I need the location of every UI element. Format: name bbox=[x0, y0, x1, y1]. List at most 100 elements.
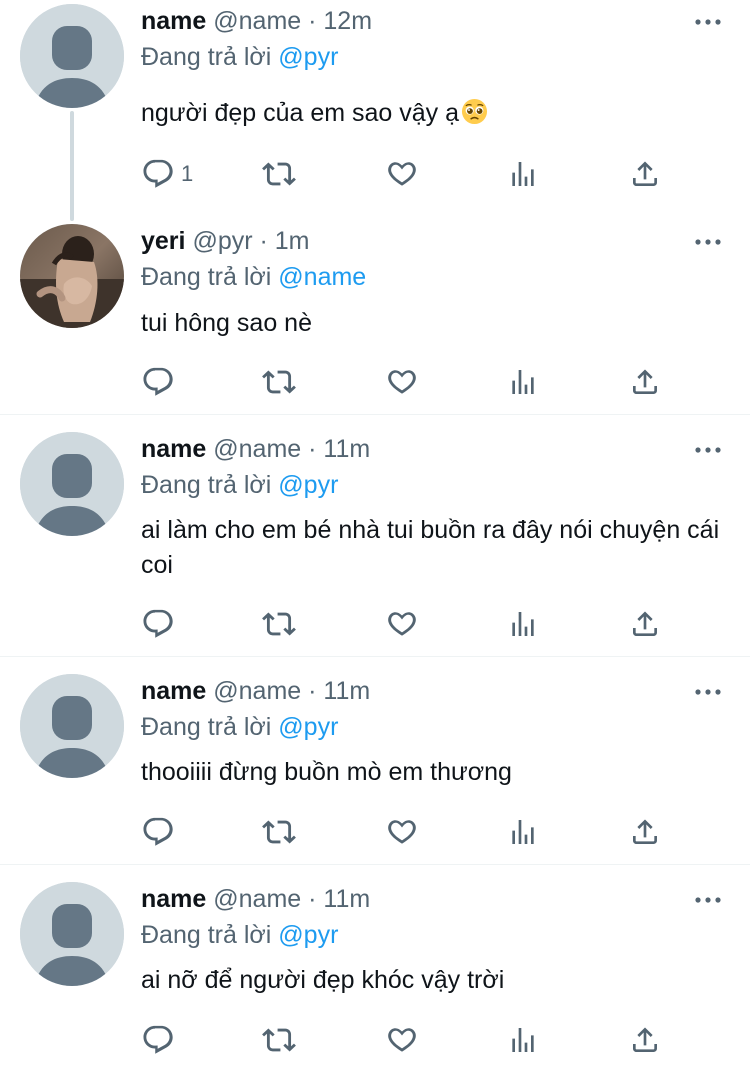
share-icon bbox=[629, 816, 661, 848]
reply-button[interactable] bbox=[141, 1020, 175, 1060]
views-button[interactable] bbox=[507, 812, 539, 852]
share-button[interactable] bbox=[629, 154, 661, 194]
like-icon bbox=[385, 607, 419, 641]
tweet[interactable]: name @name · 11m Đang trả lời @pyr ai là… bbox=[0, 428, 750, 656]
tweet-header: name @name · 11m bbox=[141, 882, 370, 916]
action-bar bbox=[0, 362, 750, 402]
more-icon[interactable] bbox=[693, 680, 723, 704]
share-button[interactable] bbox=[629, 362, 661, 402]
views-button[interactable] bbox=[507, 604, 539, 644]
default-avatar-icon[interactable] bbox=[20, 882, 124, 986]
tweet-text: ai làm cho em bé nhà tui buồn ra đây nói… bbox=[141, 516, 720, 579]
mention-link[interactable]: @pyr bbox=[278, 713, 338, 741]
views-button[interactable] bbox=[507, 362, 539, 402]
replying-to: Đang trả lời @pyr bbox=[141, 918, 338, 952]
replying-prefix: Đang trả lời bbox=[141, 263, 279, 291]
reply-button[interactable]: 1 bbox=[141, 154, 193, 194]
like-icon bbox=[385, 815, 419, 849]
share-button[interactable] bbox=[629, 604, 661, 644]
display-name[interactable]: yeri bbox=[141, 227, 185, 255]
handle-and-time: @name · 11m bbox=[213, 885, 371, 913]
share-icon bbox=[629, 1024, 661, 1056]
divider bbox=[0, 656, 750, 657]
reply-icon bbox=[141, 157, 175, 191]
retweet-button[interactable] bbox=[262, 604, 296, 644]
mention-link[interactable]: @pyr bbox=[278, 43, 338, 71]
reply-button[interactable] bbox=[141, 604, 175, 644]
default-avatar-icon[interactable] bbox=[20, 432, 124, 536]
views-icon bbox=[507, 1024, 539, 1056]
mention-link[interactable]: @pyr bbox=[278, 921, 338, 949]
more-icon[interactable] bbox=[693, 10, 723, 34]
default-avatar-icon[interactable] bbox=[20, 674, 124, 778]
like-icon bbox=[385, 157, 419, 191]
display-name[interactable]: name bbox=[141, 7, 206, 35]
reply-icon bbox=[141, 365, 175, 399]
tweet-text: ai nỡ để người đẹp khóc vậy trời bbox=[141, 966, 505, 994]
like-button[interactable] bbox=[385, 812, 419, 852]
action-bar bbox=[0, 1020, 750, 1060]
tweet-header: name @name · 12m bbox=[141, 4, 372, 38]
action-bar bbox=[0, 812, 750, 852]
replying-prefix: Đang trả lời bbox=[141, 43, 279, 71]
reply-button[interactable] bbox=[141, 362, 175, 402]
reply-button[interactable] bbox=[141, 812, 175, 852]
replying-prefix: Đang trả lời bbox=[141, 921, 279, 949]
replying-to: Đang trả lời @pyr bbox=[141, 710, 338, 744]
default-avatar-icon[interactable] bbox=[20, 4, 124, 108]
avatar[interactable] bbox=[20, 224, 124, 328]
tweet[interactable]: yeri @pyr · 1m Đang trả lời @name tui hô… bbox=[0, 220, 750, 415]
reply-icon bbox=[141, 1023, 175, 1057]
replying-prefix: Đang trả lời bbox=[141, 471, 279, 499]
replying-to: Đang trả lời @name bbox=[141, 260, 366, 294]
replying-to: Đang trả lời @pyr bbox=[141, 40, 338, 74]
reply-icon bbox=[141, 815, 175, 849]
handle-and-time: @name · 11m bbox=[213, 677, 371, 705]
share-icon bbox=[629, 158, 661, 190]
display-name[interactable]: name bbox=[141, 677, 206, 705]
display-name[interactable]: name bbox=[141, 885, 206, 913]
retweet-icon bbox=[262, 1023, 296, 1057]
more-icon[interactable] bbox=[693, 438, 723, 462]
share-button[interactable] bbox=[629, 1020, 661, 1060]
divider bbox=[0, 414, 750, 415]
more-icon[interactable] bbox=[693, 888, 723, 912]
tweet[interactable]: name @name · 11m Đang trả lời @pyr ai nỡ… bbox=[0, 878, 750, 1072]
like-icon bbox=[385, 1023, 419, 1057]
handle-and-time: @name · 11m bbox=[213, 435, 371, 463]
mention-link[interactable]: @pyr bbox=[278, 471, 338, 499]
like-button[interactable] bbox=[385, 362, 419, 402]
action-bar bbox=[0, 604, 750, 644]
views-icon bbox=[507, 608, 539, 640]
action-bar: 1 bbox=[0, 154, 750, 194]
like-button[interactable] bbox=[385, 604, 419, 644]
like-button[interactable] bbox=[385, 154, 419, 194]
retweet-button[interactable] bbox=[262, 812, 296, 852]
views-button[interactable] bbox=[507, 154, 539, 194]
tweet-text: thooiiii đừng buồn mò em thương bbox=[141, 758, 512, 786]
mention-link[interactable]: @name bbox=[278, 263, 366, 291]
share-button[interactable] bbox=[629, 812, 661, 852]
pleading-face-emoji bbox=[461, 98, 488, 125]
reply-count: 1 bbox=[181, 161, 194, 186]
views-icon bbox=[507, 158, 539, 190]
tweet[interactable]: name @name · 11m Đang trả lời @pyr thooi… bbox=[0, 670, 750, 864]
retweet-button[interactable] bbox=[262, 362, 296, 402]
share-icon bbox=[629, 608, 661, 640]
tweet-text: người đẹp của em sao vậy ạ bbox=[141, 96, 731, 131]
retweet-icon bbox=[262, 607, 296, 641]
retweet-button[interactable] bbox=[262, 154, 296, 194]
tweet-text: tui hông sao nè bbox=[141, 309, 312, 337]
replying-prefix: Đang trả lời bbox=[141, 713, 279, 741]
display-name[interactable]: name bbox=[141, 435, 206, 463]
like-button[interactable] bbox=[385, 1020, 419, 1060]
tweet-header: yeri @pyr · 1m bbox=[141, 224, 310, 258]
retweet-button[interactable] bbox=[262, 1020, 296, 1060]
retweet-icon bbox=[262, 157, 296, 191]
tweet-text-content: người đẹp của em sao vậy ạ bbox=[141, 99, 460, 127]
like-icon bbox=[385, 365, 419, 399]
tweet[interactable]: name @name · 12m Đang trả lời @pyr người… bbox=[0, 0, 750, 221]
views-button[interactable] bbox=[507, 1020, 539, 1060]
views-icon bbox=[507, 816, 539, 848]
more-icon[interactable] bbox=[693, 230, 723, 254]
